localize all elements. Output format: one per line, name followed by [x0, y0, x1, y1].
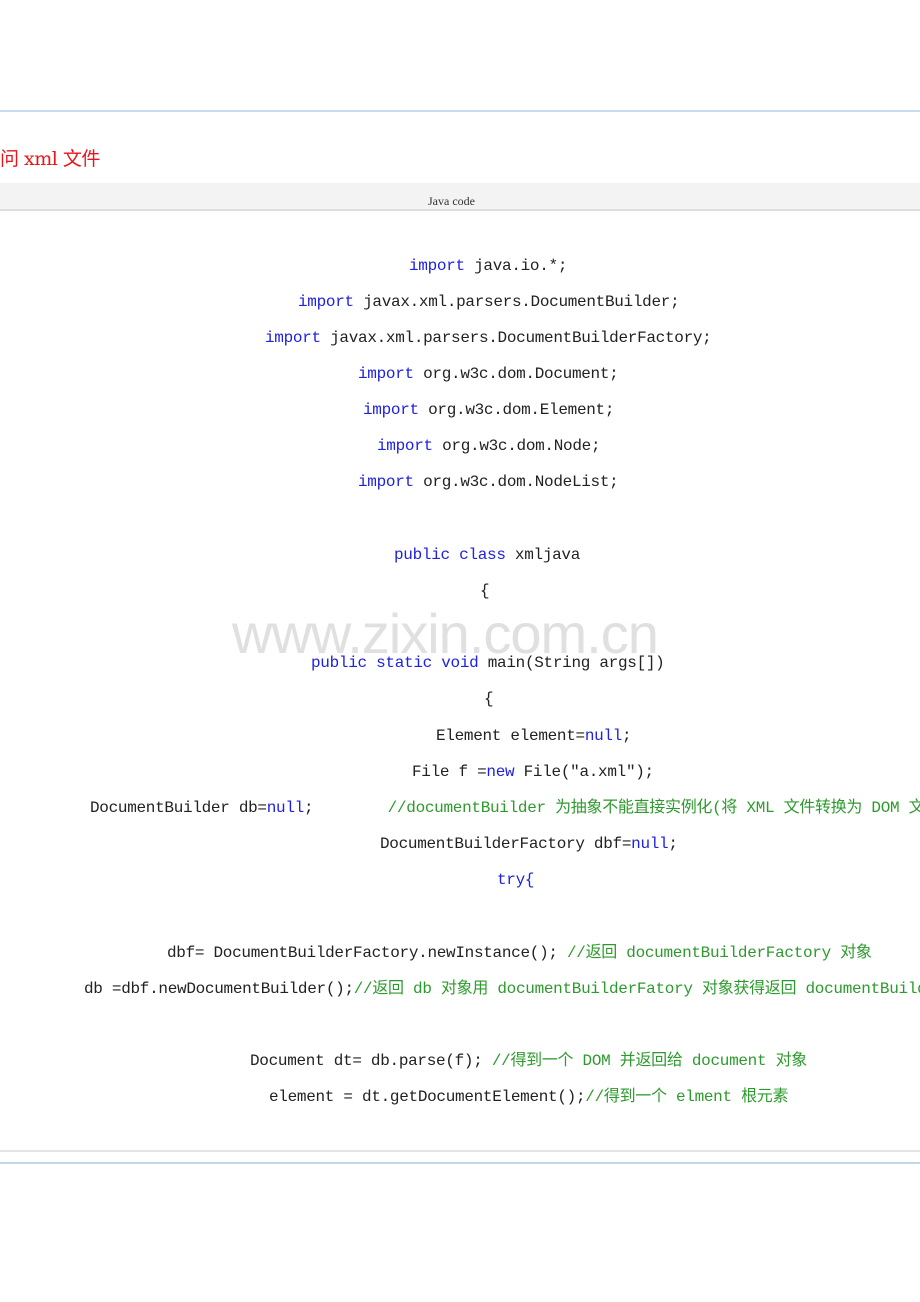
code-text: Document dt= db.parse(f);: [250, 1052, 492, 1070]
code-keyword: import: [363, 401, 419, 419]
code-keyword: import: [358, 473, 414, 491]
code-text: DocumentBuilder db=: [90, 799, 267, 817]
code-comment: //得到一个 DOM 并返回给 document 对象: [491, 1052, 807, 1070]
code-keyword: null: [631, 835, 669, 853]
code-line: Element element=null;: [436, 726, 920, 746]
code-text: Element element=: [436, 727, 585, 745]
code-text: org.w3c.dom.NodeList;: [413, 473, 619, 491]
bottom-divider: [0, 1162, 920, 1164]
code-comment: //返回 documentBuilderFactory 对象: [566, 944, 872, 962]
code-line: DocumentBuilder db=null; //documentBuild…: [90, 798, 920, 818]
code-text: db =dbf.newDocumentBuilder();: [84, 980, 354, 998]
code-text: ;: [668, 835, 678, 853]
code-keyword: import: [265, 329, 321, 347]
code-line: import javax.xml.parsers.DocumentBuilder…: [298, 292, 920, 312]
code-comment: //得到一个 elment 根元素: [585, 1088, 789, 1106]
code-text: dbf= DocumentBuilderFactory.newInstance(…: [167, 944, 567, 962]
code-text: main(String args[]): [478, 654, 665, 672]
code-line: dbf= DocumentBuilderFactory.newInstance(…: [167, 943, 920, 963]
code-text: javax.xml.parsers.DocumentBuilder;: [353, 293, 680, 311]
code-text: File f =: [412, 763, 487, 781]
code-comment: //返回 db 对象用 documentBuilderFatory 对象获得返回…: [353, 980, 920, 998]
code-line: import org.w3c.dom.Element;: [363, 400, 920, 420]
code-text: org.w3c.dom.Document;: [413, 365, 619, 383]
code-text: org.w3c.dom.Node;: [432, 437, 601, 455]
code-line: Document dt= db.parse(f); //得到一个 DOM 并返回…: [250, 1051, 920, 1071]
code-line: try{: [497, 870, 920, 890]
code-line: db =dbf.newDocumentBuilder();//返回 db 对象用…: [84, 979, 920, 999]
code-line: public class xmljava: [394, 545, 920, 565]
code-text: xmljava: [505, 546, 581, 564]
code-comment: //documentBuilder 为抽象不能直接实例化(将 XML 文件转换为…: [387, 799, 920, 817]
code-text: org.w3c.dom.Element;: [418, 401, 615, 419]
code-keyword: public class: [394, 546, 506, 564]
code-keyword: try{: [497, 871, 535, 889]
code-line: public static void main(String args[]): [311, 653, 920, 673]
section-heading: 问 xml 文件: [0, 148, 100, 170]
code-text: ;: [622, 727, 632, 745]
code-line: {: [484, 689, 920, 709]
code-keyword: import: [298, 293, 354, 311]
code-line: import javax.xml.parsers.DocumentBuilder…: [265, 328, 920, 348]
code-block-header: Java code: [0, 183, 920, 211]
code-keyword: null: [266, 799, 305, 817]
code-block-bottom-border: [0, 1150, 920, 1152]
code-text: ;: [303, 799, 388, 817]
code-line: import org.w3c.dom.Document;: [358, 364, 920, 384]
code-keyword: new: [486, 763, 515, 781]
code-line: import java.io.*;: [409, 256, 920, 276]
code-line: File f =new File("a.xml");: [412, 762, 920, 782]
code-keyword: import: [358, 365, 414, 383]
code-line: element = dt.getDocumentElement();//得到一个…: [269, 1087, 920, 1107]
code-language-label: Java code: [428, 194, 475, 208]
code-line: import org.w3c.dom.Node;: [377, 436, 920, 456]
code-text: DocumentBuilderFactory dbf=: [380, 835, 632, 853]
code-text: {: [484, 690, 494, 708]
code-text: File("a.xml");: [514, 763, 655, 781]
code-line: import org.w3c.dom.NodeList;: [358, 472, 920, 492]
code-text: java.io.*;: [464, 257, 568, 275]
code-text: element = dt.getDocumentElement();: [269, 1088, 586, 1106]
code-keyword: public static void: [311, 654, 479, 672]
top-divider: [0, 110, 920, 112]
code-line: DocumentBuilderFactory dbf=null;: [380, 834, 920, 854]
code-keyword: import: [409, 257, 465, 275]
code-keyword: import: [377, 437, 433, 455]
code-text: {: [480, 582, 490, 600]
code-line: {: [480, 581, 920, 601]
code-keyword: null: [584, 727, 623, 745]
code-text: javax.xml.parsers.DocumentBuilderFactory…: [320, 329, 712, 347]
